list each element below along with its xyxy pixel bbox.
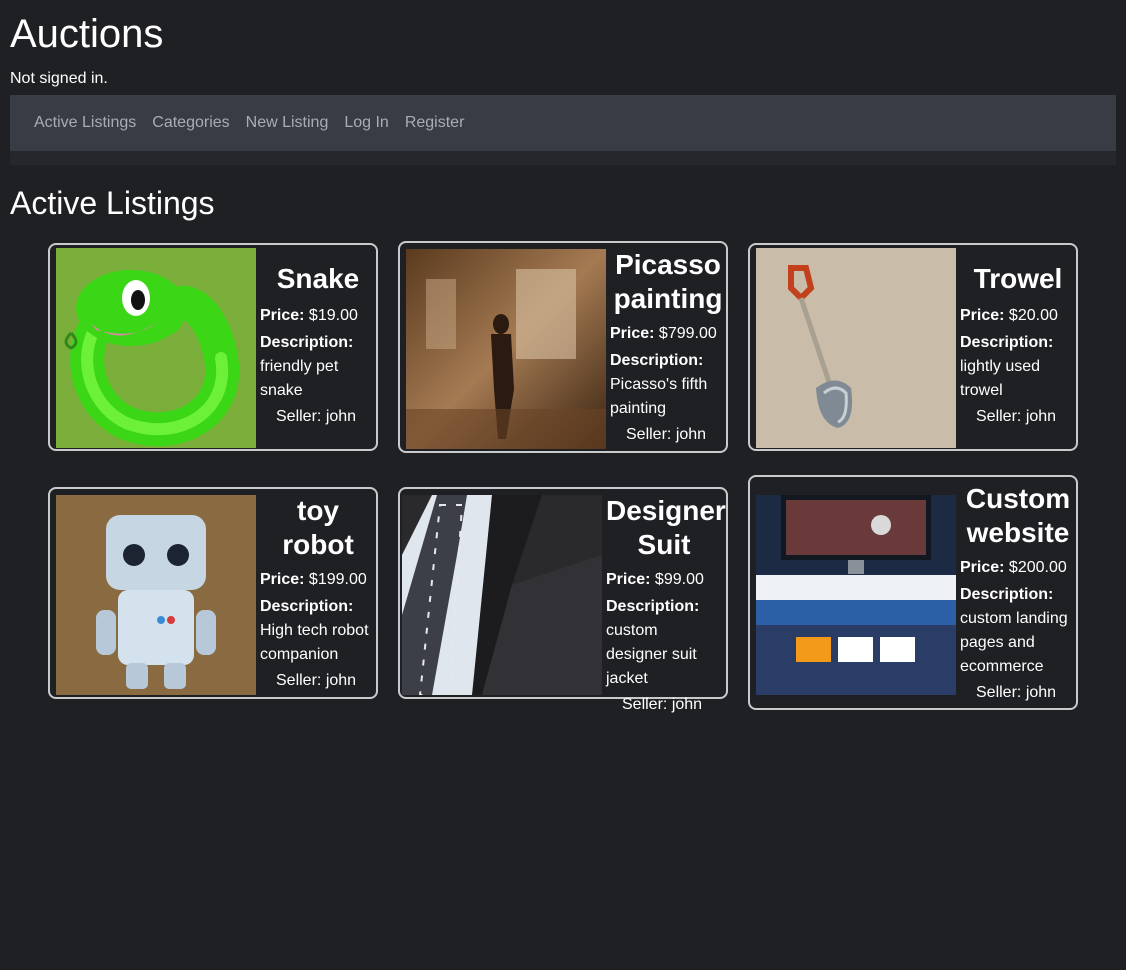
listing-seller: Seller: john	[260, 669, 376, 693]
seller-name: john	[325, 672, 357, 689]
listing-price: $19.00	[308, 307, 358, 324]
listing-description: custom landing pages and ecommerce	[960, 610, 1068, 675]
suit-image[interactable]	[402, 495, 602, 695]
nav-register[interactable]: Register	[397, 113, 473, 133]
description-label: Description:	[960, 586, 1054, 603]
seller-label: Seller:	[626, 426, 672, 443]
seller-label: Seller:	[276, 672, 322, 689]
listing-price: $200.00	[1008, 559, 1067, 576]
listing-seller: Seller: john	[960, 681, 1076, 705]
signin-status: Not signed in.	[10, 70, 108, 87]
description-label: Description:	[960, 334, 1054, 351]
listing-seller: Seller: john	[960, 405, 1076, 429]
seller-name: john	[675, 426, 707, 443]
page-title: Active Listings	[10, 185, 215, 221]
listing-seller: Seller: john	[606, 693, 722, 717]
price-label: Price:	[606, 571, 651, 588]
listing-price: $20.00	[1008, 307, 1058, 324]
robot-image[interactable]	[56, 495, 256, 695]
navbar: Active Listings Categories New Listing L…	[10, 95, 1116, 151]
seller-label: Seller:	[976, 408, 1022, 425]
listing-description: custom designer suit jacket	[606, 622, 697, 687]
listing-price: $799.00	[658, 325, 717, 342]
price-label: Price:	[960, 559, 1005, 576]
listing-title[interactable]: Designer Suit	[606, 494, 726, 562]
nav-categories[interactable]: Categories	[144, 113, 237, 133]
listing-title[interactable]: Picasso painting	[610, 248, 726, 316]
listing-description: friendly pet snake	[260, 358, 339, 399]
navbar-divider	[10, 151, 1116, 165]
price-label: Price:	[260, 571, 305, 588]
listing-seller: Seller: john	[610, 423, 726, 447]
listing-card[interactable]: Picasso painting Price: $799.00 Descript…	[398, 241, 728, 453]
listing-card[interactable]: Designer Suit Price: $99.00 Description:…	[398, 487, 728, 713]
trowel-image[interactable]	[756, 248, 956, 448]
seller-label: Seller:	[276, 408, 322, 425]
snake-image[interactable]	[56, 248, 256, 448]
listing-seller: Seller: john	[260, 405, 376, 429]
listing-price: $99.00	[654, 571, 704, 588]
seller-name: john	[1025, 408, 1057, 425]
seller-label: Seller:	[976, 684, 1022, 701]
listing-description: Picasso's fifth painting	[610, 376, 708, 417]
website-image[interactable]	[756, 495, 956, 695]
description-label: Description:	[260, 598, 354, 615]
description-label: Description:	[260, 334, 354, 351]
price-label: Price:	[960, 307, 1005, 324]
listing-card[interactable]: Snake Price: $19.00 Description: friendl…	[48, 243, 378, 451]
price-label: Price:	[260, 307, 305, 324]
listing-card[interactable]: toy robot Price: $199.00 Description: Hi…	[48, 487, 378, 699]
nav-new-listing[interactable]: New Listing	[238, 113, 337, 133]
listing-title[interactable]: Custom website	[960, 482, 1076, 550]
listing-description: High tech robot companion	[260, 622, 369, 663]
painting-image[interactable]	[406, 249, 606, 449]
description-label: Description:	[606, 598, 700, 615]
seller-name: john	[325, 408, 357, 425]
listing-description: lightly used trowel	[960, 358, 1041, 399]
listing-title[interactable]: Trowel	[960, 262, 1076, 296]
listing-card[interactable]: Trowel Price: $20.00 Description: lightl…	[748, 243, 1078, 451]
nav-log-in[interactable]: Log In	[336, 113, 396, 133]
seller-label: Seller:	[622, 696, 668, 713]
listing-price: $199.00	[308, 571, 367, 588]
price-label: Price:	[610, 325, 655, 342]
nav-active-listings[interactable]: Active Listings	[26, 113, 144, 133]
listing-title[interactable]: Snake	[260, 262, 376, 296]
seller-name: john	[1025, 684, 1057, 701]
listing-title[interactable]: toy robot	[260, 494, 376, 562]
site-title: Auctions	[10, 12, 164, 56]
listing-card[interactable]: Custom website Price: $200.00 Descriptio…	[748, 475, 1078, 710]
seller-name: john	[671, 696, 703, 713]
description-label: Description:	[610, 352, 704, 369]
